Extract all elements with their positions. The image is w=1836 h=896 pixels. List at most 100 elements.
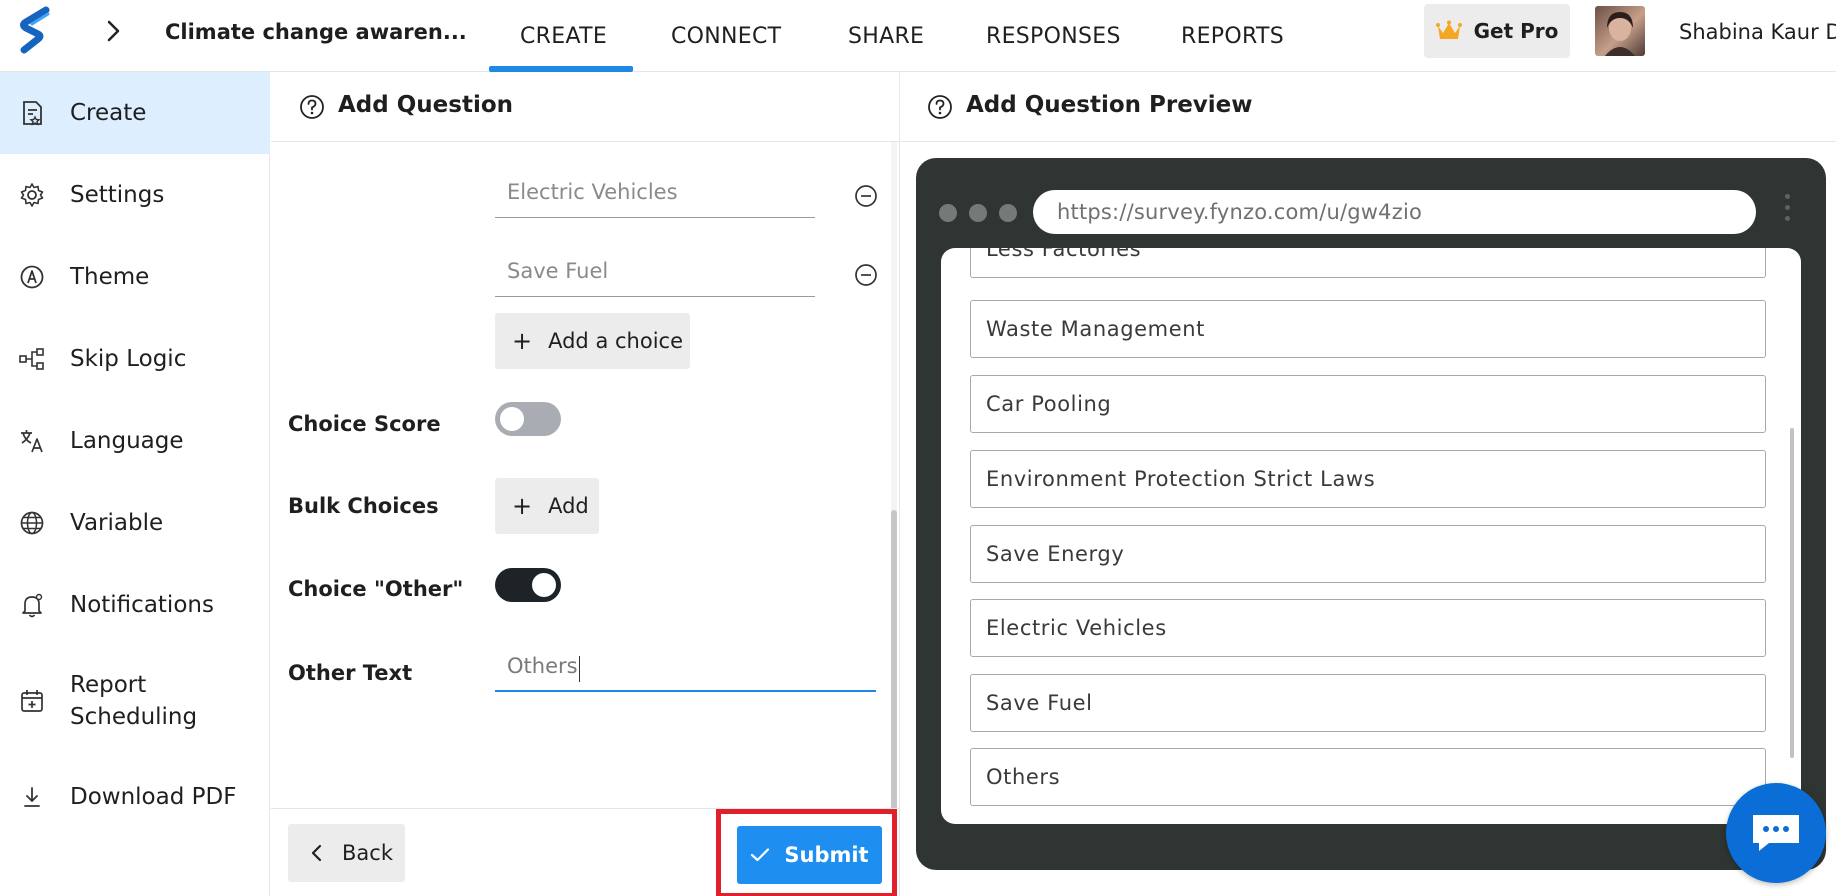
preview-option[interactable]: Waste Management xyxy=(970,300,1766,358)
kebab-menu-icon xyxy=(1782,194,1792,230)
sidebar-item-create[interactable]: Create xyxy=(0,72,270,154)
download-icon xyxy=(24,787,40,807)
option-label: Less Factories xyxy=(986,248,1142,261)
submit-button[interactable]: Submit xyxy=(737,826,882,884)
preview-title: Add Question Preview xyxy=(966,92,1253,118)
chevron-left-icon xyxy=(311,844,322,862)
skip-logic-icon xyxy=(19,348,44,370)
question-preview-panel: Add Question Preview https://survey.fynz… xyxy=(901,72,1836,896)
other-text-label: Other Text xyxy=(288,661,413,685)
sidebar-item-settings[interactable]: Settings xyxy=(0,154,270,236)
tab-reports[interactable]: REPORTS xyxy=(1181,24,1284,49)
sidebar-item-label: Download PDF xyxy=(70,784,237,810)
get-pro-label: Get Pro xyxy=(1473,19,1559,43)
sidebar-item-label: Theme xyxy=(70,264,150,290)
browser-mockup: https://survey.fynzo.com/u/gw4zio Less F… xyxy=(916,158,1826,870)
sidebar-item-label: Notifications xyxy=(70,592,214,618)
preview-option[interactable]: Electric Vehicles xyxy=(970,599,1766,657)
window-dots xyxy=(939,204,1017,222)
remove-choice-icon[interactable] xyxy=(853,183,879,209)
gear-icon xyxy=(20,183,44,207)
help-circle-icon[interactable] xyxy=(299,94,325,120)
bulk-choices-label: Bulk Choices xyxy=(288,494,439,518)
check-icon xyxy=(751,848,770,862)
choice-input[interactable]: Electric Vehicles xyxy=(495,166,815,218)
add-choice-label: Add a choice xyxy=(548,329,683,353)
sidebar-item-variable[interactable]: Variable xyxy=(0,482,270,564)
create-form-icon xyxy=(23,101,42,126)
preview-header: Add Question Preview xyxy=(901,72,1836,142)
calendar-icon xyxy=(21,690,43,712)
survey-title[interactable]: Climate change awaren... xyxy=(165,20,467,44)
plus-icon: + xyxy=(512,492,533,520)
url-bar: https://survey.fynzo.com/u/gw4zio xyxy=(1033,190,1756,234)
remove-choice-icon[interactable] xyxy=(853,262,879,288)
sidebar-item-label: Settings xyxy=(70,182,165,208)
option-label: Car Pooling xyxy=(986,392,1112,416)
sidebar-item-label: Language xyxy=(70,428,184,454)
choice-value: Save Fuel xyxy=(507,259,609,283)
bulk-add-label: Add xyxy=(548,494,589,518)
chevron-right-icon[interactable] xyxy=(100,18,126,44)
question-editor-panel: Add Question Electric Vehicles Save Fuel… xyxy=(271,72,900,896)
tab-create[interactable]: CREATE xyxy=(520,24,607,49)
option-label: Environment Protection Strict Laws xyxy=(986,467,1376,491)
option-label: Waste Management xyxy=(986,317,1205,341)
back-button[interactable]: Back xyxy=(288,824,405,882)
sidebar-item-notifications[interactable]: Notifications xyxy=(0,564,270,646)
preview-option[interactable]: Car Pooling xyxy=(970,375,1766,433)
sidebar-item-report-scheduling[interactable]: Report Scheduling xyxy=(0,646,270,756)
sidebar-item-language[interactable]: Language xyxy=(0,400,270,482)
sidebar: Create Settings Theme Skip Logic Languag… xyxy=(0,72,270,896)
sidebar-item-label: Skip Logic xyxy=(70,346,187,372)
plus-icon: + xyxy=(512,327,533,355)
toggle-knob xyxy=(532,573,556,597)
top-bar: Climate change awaren... CREATE CONNECT … xyxy=(0,0,1836,72)
help-circle-icon[interactable] xyxy=(927,94,953,120)
add-choice-button[interactable]: + Add a choice xyxy=(495,313,690,369)
theme-icon xyxy=(20,265,44,289)
sidebar-item-download-pdf[interactable]: Download PDF xyxy=(0,756,270,838)
sidebar-item-skip-logic[interactable]: Skip Logic xyxy=(0,318,270,400)
bulk-add-button[interactable]: + Add xyxy=(495,478,599,534)
submit-label: Submit xyxy=(784,843,869,867)
text-caret xyxy=(579,656,580,682)
preview-option[interactable]: Others xyxy=(970,748,1766,806)
preview-option[interactable]: Save Energy xyxy=(970,525,1766,583)
chat-icon xyxy=(1753,815,1799,851)
preview-viewport: Less Factories Waste Management Car Pool… xyxy=(941,248,1801,824)
preview-option[interactable]: Save Fuel xyxy=(970,674,1766,732)
preview-url: https://survey.fynzo.com/u/gw4zio xyxy=(1057,200,1423,224)
toggle-knob xyxy=(500,407,524,431)
get-pro-button[interactable]: Get Pro xyxy=(1424,4,1570,58)
tab-responses[interactable]: RESPONSES xyxy=(986,24,1121,49)
option-label: Save Fuel xyxy=(986,691,1093,715)
editor-title: Add Question xyxy=(338,92,514,118)
fynzo-logo-icon[interactable] xyxy=(18,6,54,58)
sidebar-item-theme[interactable]: Theme xyxy=(0,236,270,318)
sidebar-item-label: Variable xyxy=(70,510,164,536)
preview-scrollbar[interactable] xyxy=(1790,428,1794,758)
option-label: Save Energy xyxy=(986,542,1125,566)
option-label: Electric Vehicles xyxy=(986,616,1167,640)
choice-input[interactable]: Save Fuel xyxy=(495,245,815,297)
choice-other-toggle[interactable] xyxy=(495,568,561,602)
editor-header: Add Question xyxy=(271,72,899,142)
avatar[interactable] xyxy=(1595,6,1645,56)
user-name[interactable]: Shabina Kaur D xyxy=(1679,20,1836,44)
tab-share[interactable]: SHARE xyxy=(848,24,924,49)
translate-icon xyxy=(21,430,43,453)
avatar-photo-icon xyxy=(1605,12,1635,56)
globe-icon xyxy=(20,511,44,535)
choice-score-toggle[interactable] xyxy=(495,402,561,436)
crown-icon xyxy=(1435,20,1462,39)
preview-option[interactable]: Less Factories xyxy=(970,248,1766,278)
preview-option[interactable]: Environment Protection Strict Laws xyxy=(970,450,1766,508)
chat-widget-button[interactable] xyxy=(1726,783,1826,883)
tab-connect[interactable]: CONNECT xyxy=(671,24,781,49)
choice-value: Electric Vehicles xyxy=(507,180,678,204)
other-text-input[interactable]: Others xyxy=(495,640,876,692)
sidebar-item-label: Report Scheduling xyxy=(70,672,198,730)
choice-score-label: Choice Score xyxy=(288,412,441,436)
sidebar-item-label: Create xyxy=(70,100,147,126)
